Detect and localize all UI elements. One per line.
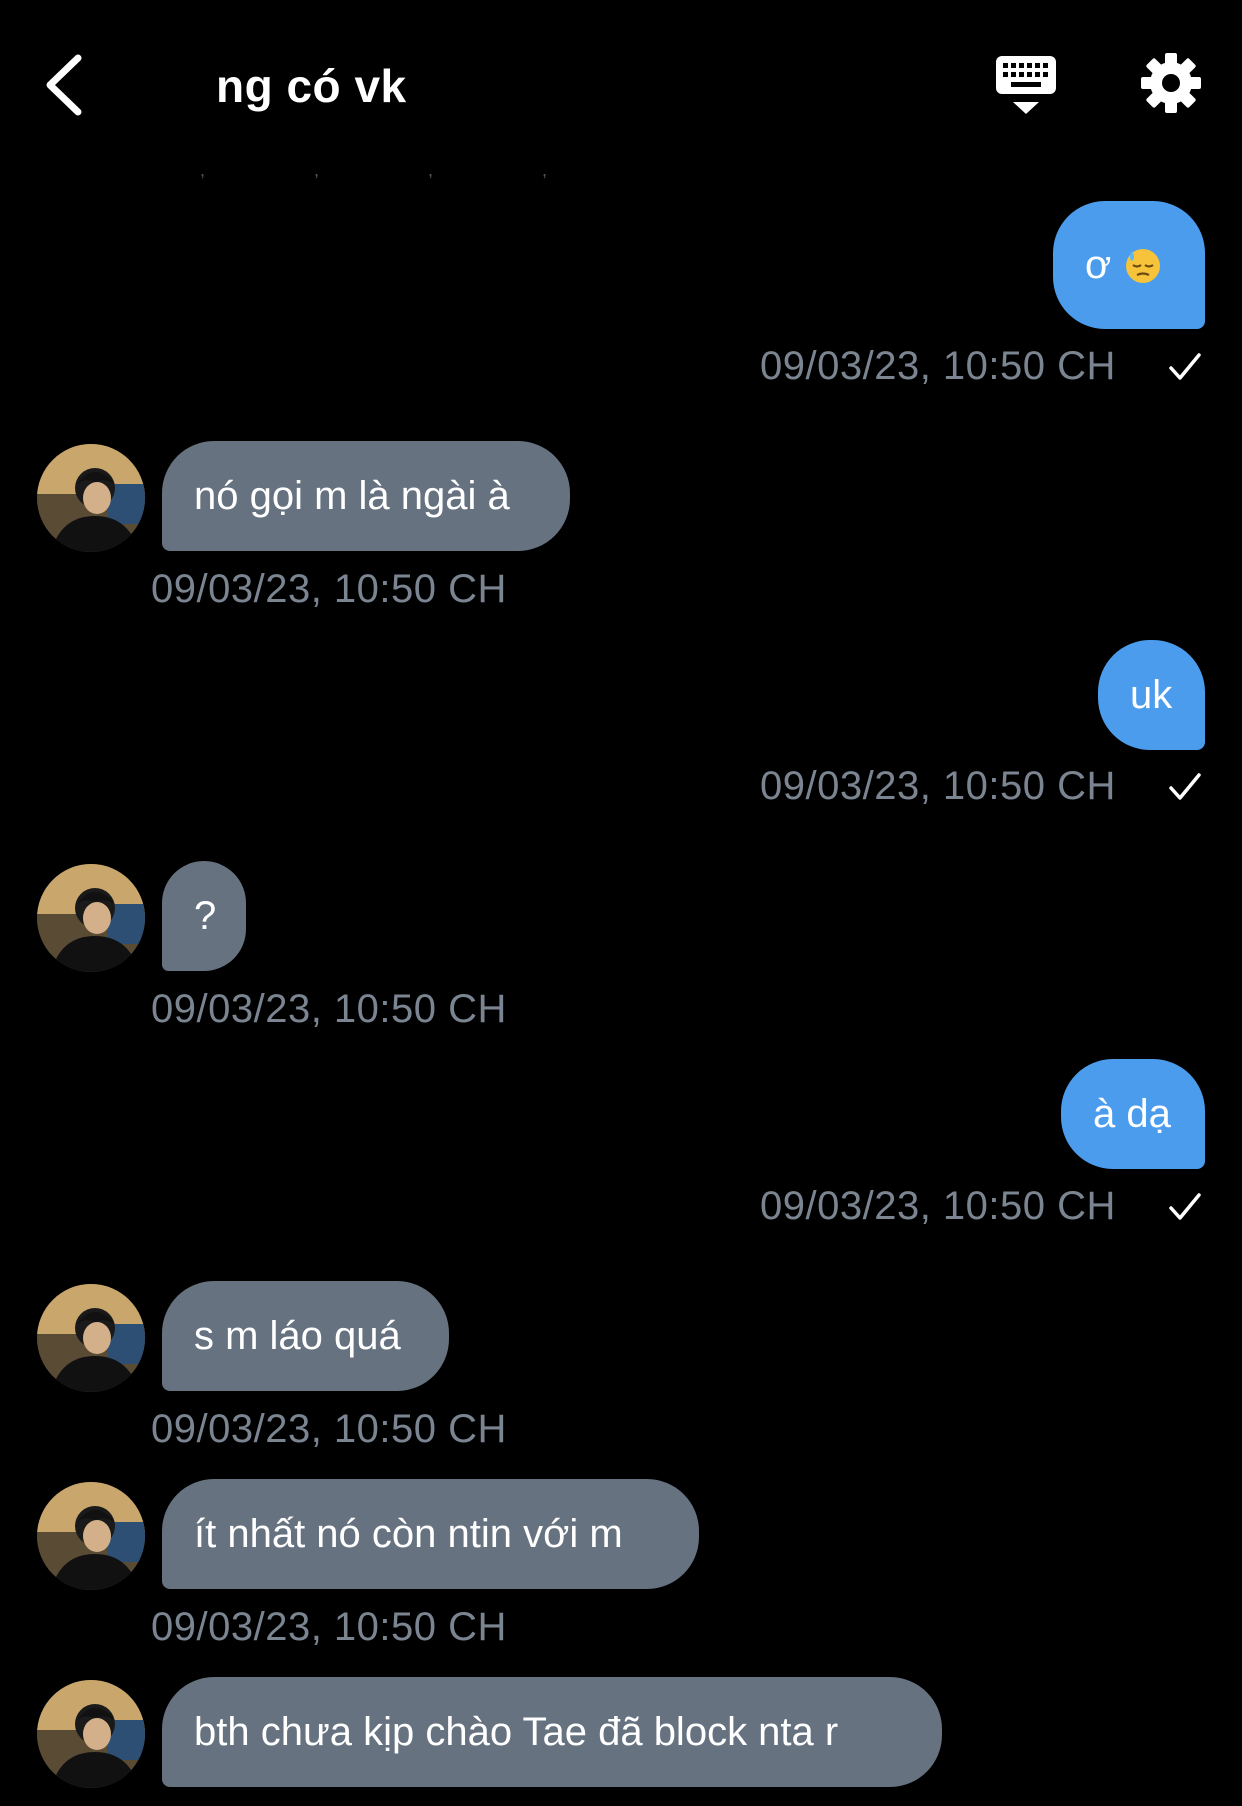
- chat-header: ng có vk: [0, 0, 1242, 175]
- message-text: ?: [194, 894, 217, 938]
- message-text: ơ: [1085, 243, 1112, 287]
- read-check-icon: [1169, 773, 1201, 800]
- message-timestamp: 09/03/23, 10:50 CH: [760, 1184, 1116, 1228]
- received-message-bubble[interactable]: s m láo quá: [162, 1281, 449, 1391]
- chevron-left-icon: [46, 54, 82, 116]
- received-message-bubble[interactable]: bth chưa kịp chào Tae đã block nta r: [162, 1677, 942, 1787]
- message-text: bth chưa kịp chào Tae đã block nta r: [194, 1710, 839, 1754]
- message-timestamp: 09/03/23, 10:50 CH: [151, 567, 507, 611]
- contact-avatar[interactable]: [37, 864, 145, 972]
- contact-avatar[interactable]: [37, 444, 145, 552]
- keyboard-button[interactable]: [993, 54, 1059, 120]
- message-timestamp: 09/03/23, 10:50 CH: [151, 1605, 507, 1649]
- sent-message-bubble[interactable]: ơ: [1053, 201, 1205, 329]
- chat-title: ng có vk: [216, 60, 407, 112]
- received-message-bubble[interactable]: nó gọi m là ngài à: [162, 441, 570, 551]
- message-text: s m láo quá: [194, 1314, 401, 1358]
- read-check-icon: [1169, 1193, 1201, 1220]
- settings-button[interactable]: [1140, 52, 1202, 114]
- message-text: uk: [1130, 673, 1173, 717]
- read-check-icon: [1169, 353, 1201, 380]
- contact-avatar[interactable]: [37, 1284, 145, 1392]
- keyboard-icon: [996, 56, 1056, 114]
- sent-message-bubble[interactable]: à dạ: [1061, 1059, 1205, 1169]
- received-message-bubble[interactable]: ít nhất nó còn ntin với m: [162, 1479, 699, 1589]
- truncated-previous-content: , , , ,: [200, 160, 600, 180]
- profile-photo: [37, 1680, 145, 1788]
- gear-icon: [1141, 53, 1201, 113]
- contact-avatar[interactable]: [37, 1680, 145, 1788]
- sent-message-bubble[interactable]: uk: [1098, 640, 1205, 750]
- profile-photo: [37, 1482, 145, 1590]
- message-text: à dạ: [1093, 1092, 1171, 1136]
- profile-photo: [37, 864, 145, 972]
- profile-photo: [37, 444, 145, 552]
- profile-photo: [37, 1284, 145, 1392]
- message-timestamp: 09/03/23, 10:50 CH: [151, 987, 507, 1031]
- contact-avatar[interactable]: [37, 1482, 145, 1590]
- message-timestamp: 09/03/23, 10:50 CH: [760, 764, 1116, 808]
- back-button[interactable]: [40, 50, 90, 120]
- received-message-bubble[interactable]: ?: [162, 861, 246, 971]
- message-text: ít nhất nó còn ntin với m: [194, 1512, 623, 1556]
- downcast-face-with-sweat-icon: [1126, 249, 1161, 283]
- message-text: nó gọi m là ngài à: [194, 474, 510, 518]
- message-timestamp: 09/03/23, 10:50 CH: [151, 1407, 507, 1451]
- message-timestamp: 09/03/23, 10:50 CH: [760, 344, 1116, 388]
